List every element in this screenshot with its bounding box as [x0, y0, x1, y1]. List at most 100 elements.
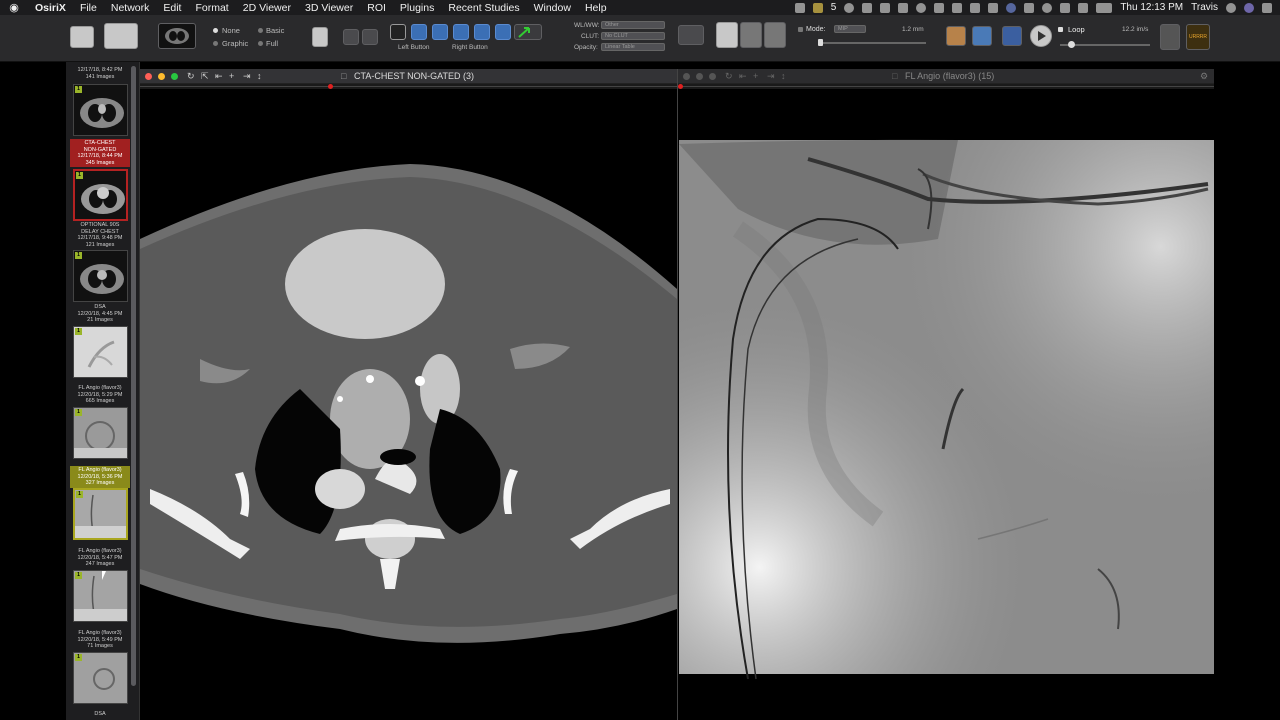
- series-thumb-2[interactable]: 1: [73, 250, 128, 302]
- series-label-4[interactable]: FL Angio (flavor3) 12/20/18, 5:29 PM 665…: [70, 385, 130, 405]
- series-label-1[interactable]: CTA-CHEST NON-GATED 12/17/18, 8:44 PM 34…: [70, 139, 130, 167]
- cloud-sync-icon[interactable]: [952, 2, 963, 13]
- series-label-5[interactable]: FL Angio (flavor3) 12/20/18, 5:36 PM 327…: [70, 466, 130, 488]
- series-thumb-0[interactable]: 1: [73, 84, 128, 136]
- series-label-8[interactable]: DSA: [70, 711, 130, 718]
- menu-help[interactable]: Help: [578, 2, 614, 14]
- clock[interactable]: Thu 12:13 PM: [1120, 2, 1183, 13]
- menu-plugins[interactable]: Plugins: [393, 2, 441, 14]
- notification-center-icon[interactable]: [1262, 2, 1272, 13]
- zoom-window-icon[interactable]: [709, 73, 716, 80]
- mpr-button[interactable]: URRRR: [1186, 24, 1210, 50]
- arrow-icon[interactable]: [880, 2, 891, 13]
- battery-icon[interactable]: [1096, 2, 1113, 13]
- orientation-sagittal-button[interactable]: [764, 22, 786, 48]
- user-name[interactable]: Travis: [1191, 2, 1218, 13]
- series-label-3[interactable]: DSA 12/20/18, 4:45 PM 21 Images: [70, 304, 130, 324]
- network-icon[interactable]: [844, 2, 855, 13]
- copy-icon[interactable]: [934, 2, 945, 13]
- frame-rate-slider-knob[interactable]: [1068, 41, 1075, 48]
- series-thumbnail-button[interactable]: [158, 23, 196, 49]
- minimize-window-icon[interactable]: [158, 73, 165, 80]
- close-window-icon[interactable]: [683, 73, 690, 80]
- rotate-tool-button[interactable]: [453, 24, 469, 40]
- dollar-icon[interactable]: [970, 2, 981, 13]
- wifi-icon[interactable]: [1078, 2, 1089, 13]
- hand-tool-button[interactable]: [946, 26, 966, 46]
- apple-menu-icon[interactable]: ◉: [0, 1, 28, 14]
- mode-checkbox[interactable]: [798, 27, 803, 32]
- record-icon[interactable]: [916, 2, 927, 13]
- thickness-slider-knob[interactable]: [818, 39, 823, 46]
- orientation-coronal-button[interactable]: [740, 22, 762, 48]
- shield-icon[interactable]: [812, 2, 823, 13]
- reset-button[interactable]: [362, 29, 378, 45]
- bank-icon[interactable]: [794, 2, 805, 13]
- series-thumb-1[interactable]: 1: [73, 169, 128, 221]
- series-label-2[interactable]: OPTIONAL 90S DELAY CHEST 12/17/18, 9:48 …: [70, 222, 130, 248]
- cloud-icon[interactable]: [898, 2, 909, 13]
- menu-roi[interactable]: ROI: [360, 2, 393, 14]
- menu-edit[interactable]: Edit: [156, 2, 188, 14]
- move-tool-button[interactable]: [411, 24, 427, 40]
- minimize-window-icon[interactable]: [696, 73, 703, 80]
- add-icon[interactable]: +: [753, 71, 758, 81]
- series-label-7[interactable]: FL Angio (flavor3) 12/20/18, 5:49 PM 71 …: [70, 630, 130, 650]
- last-image-icon[interactable]: ⇥: [243, 71, 251, 82]
- fullscreen-icon[interactable]: ⇱: [201, 71, 209, 82]
- export-button[interactable]: [312, 27, 328, 47]
- menu-file[interactable]: File: [73, 2, 104, 14]
- dropbox-icon[interactable]: [862, 2, 873, 13]
- database-button[interactable]: [70, 26, 94, 48]
- last-image-icon[interactable]: ⇥: [767, 71, 775, 82]
- status-count[interactable]: 5: [831, 2, 837, 13]
- annotation-basic-radio[interactable]: [258, 28, 263, 33]
- wlww-select[interactable]: Other: [601, 21, 665, 29]
- menu-3d-viewer[interactable]: 3D Viewer: [298, 2, 360, 14]
- orientation-axial-button[interactable]: [716, 22, 738, 48]
- bluetooth-icon[interactable]: [1024, 2, 1035, 13]
- series-thumb-3[interactable]: 1: [73, 326, 128, 378]
- user-tool-button[interactable]: [972, 26, 992, 46]
- opacity-select[interactable]: Linear Table: [601, 43, 665, 51]
- crosshair-tool-button[interactable]: [495, 24, 511, 40]
- menu-recent-studies[interactable]: Recent Studies: [441, 2, 526, 14]
- annotation-graphic-radio[interactable]: [213, 41, 218, 46]
- series-thumb-7[interactable]: 1: [73, 652, 128, 704]
- siri-icon[interactable]: [1244, 2, 1254, 13]
- fit-height-icon[interactable]: ↕: [781, 71, 786, 81]
- sync-button[interactable]: [343, 29, 359, 45]
- rotate-icon[interactable]: ↻: [725, 71, 733, 82]
- zoom-window-icon[interactable]: [171, 73, 178, 80]
- clut-select[interactable]: No CLUT: [601, 32, 665, 40]
- menu-network[interactable]: Network: [104, 2, 157, 14]
- rotate-icon[interactable]: ↻: [187, 71, 195, 82]
- mode-select[interactable]: MIP: [834, 25, 866, 33]
- time-machine-icon[interactable]: [1042, 2, 1053, 13]
- first-image-icon[interactable]: ⇤: [215, 71, 223, 82]
- settings-button[interactable]: [678, 25, 704, 45]
- series-thumb-4[interactable]: 1: [73, 407, 128, 459]
- menu-format[interactable]: Format: [188, 2, 235, 14]
- fluoro-angio-view[interactable]: [678, 89, 1214, 720]
- menu-2d-viewer[interactable]: 2D Viewer: [236, 2, 298, 14]
- annotation-none-radio[interactable]: [213, 28, 218, 33]
- spotlight-icon[interactable]: [1226, 2, 1236, 13]
- add-icon[interactable]: +: [229, 71, 234, 81]
- zoom-tool-button[interactable]: [432, 24, 448, 40]
- menu-window[interactable]: Window: [527, 2, 578, 14]
- roi-tool-button[interactable]: [514, 24, 542, 40]
- close-window-icon[interactable]: [145, 73, 152, 80]
- fit-height-icon[interactable]: ↕: [257, 71, 262, 81]
- airplay-icon[interactable]: [1060, 2, 1071, 13]
- series-label-0[interactable]: 12/17/18, 8:42 PM 141 Images: [70, 67, 130, 80]
- sidebar-scrollbar-thumb[interactable]: [131, 66, 136, 686]
- scroll-tool-button[interactable]: [474, 24, 490, 40]
- gear-icon[interactable]: ⚙: [1200, 71, 1208, 82]
- tile-windows-button[interactable]: [104, 23, 138, 49]
- skeleton-button[interactable]: [1160, 24, 1180, 50]
- globe-icon[interactable]: [1006, 2, 1017, 13]
- ct-chest-view[interactable]: [140, 89, 677, 720]
- series-thumb-5[interactable]: 1: [73, 488, 128, 540]
- play-button[interactable]: [1030, 25, 1052, 47]
